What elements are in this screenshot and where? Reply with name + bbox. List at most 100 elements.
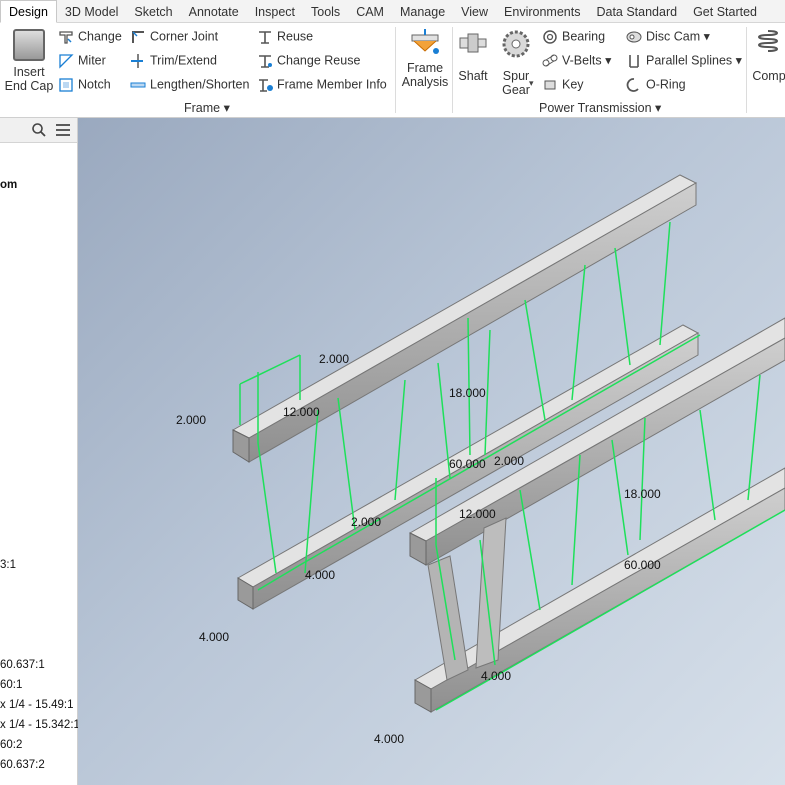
key-button[interactable]: Key <box>542 77 584 93</box>
spur-gear-dropdown-icon[interactable]: ▾ <box>529 78 534 89</box>
tab-tools[interactable]: Tools <box>303 1 348 23</box>
comp-label: Comp <box>752 69 785 83</box>
trim-extend-button[interactable]: Trim/Extend <box>130 53 217 69</box>
dimension-text: 60.000 <box>449 457 486 471</box>
panel-separator <box>395 27 396 113</box>
frame-member-info-button[interactable]: Frame Member Info <box>257 77 387 93</box>
browser-item[interactable]: x 1/4 - 15.49:1 <box>0 699 74 711</box>
dimension-text: 12.000 <box>283 405 320 419</box>
notch-label: Notch <box>78 77 111 92</box>
insert-end-cap-button[interactable]: Insert End Cap <box>4 27 54 93</box>
dimension-text: 2.000 <box>176 413 206 427</box>
shaft-button[interactable]: Shaft <box>455 27 491 83</box>
browser-item[interactable]: om <box>0 179 17 191</box>
tab-inspect[interactable]: Inspect <box>247 1 303 23</box>
notch-icon <box>59 78 73 92</box>
v-belts-button[interactable]: V-Belts ▾ <box>542 53 611 69</box>
frame-panel-label[interactable]: Frame ▾ <box>184 100 230 115</box>
dimension-text: 60.000 <box>624 558 661 572</box>
v-belts-label: V-Belts <box>562 53 602 68</box>
frame-model[interactable]: 2.000 2.000 12.000 18.000 60.000 2.000 4… <box>78 118 785 785</box>
miter-button[interactable]: Miter <box>58 53 106 69</box>
change-reuse-icon <box>259 55 272 68</box>
trim-extend-label: Trim/Extend <box>150 53 217 68</box>
tab-3d-model[interactable]: 3D Model <box>57 1 127 23</box>
browser-item[interactable]: 60:1 <box>0 679 22 691</box>
spur-gear-icon <box>502 30 530 58</box>
frame-analysis-label-1: Frame <box>406 61 444 75</box>
disc-cam-button[interactable]: Disc Cam ▾ <box>626 29 710 45</box>
change-reuse-button[interactable]: Change Reuse <box>257 53 360 69</box>
dimension-text: 2.000 <box>319 352 349 366</box>
change-button[interactable]: Change <box>58 29 122 45</box>
corner-joint-icon <box>132 31 144 43</box>
change-label: Change <box>78 29 122 44</box>
browser-item[interactable]: x 1/4 - 15.342:1 <box>0 719 80 731</box>
browser-item[interactable]: 3:1 <box>0 559 16 571</box>
tab-annotate[interactable]: Annotate <box>181 1 247 23</box>
dimension-text: 2.000 <box>494 454 524 468</box>
shaft-label: Shaft <box>458 69 488 83</box>
shaft-icon <box>459 33 487 53</box>
panel-separator <box>452 27 453 113</box>
frame-analysis-button[interactable]: Frame Analysis <box>400 27 450 89</box>
power-transmission-panel-label[interactable]: Power Transmission ▾ <box>539 100 661 115</box>
bearing-button[interactable]: Bearing <box>542 29 605 45</box>
ribbon-tabs: Design 3D Model Sketch Annotate Inspect Tools… <box>0 0 785 23</box>
bearing-icon <box>543 30 557 44</box>
reuse-label: Reuse <box>277 29 314 44</box>
menu-icon[interactable] <box>55 123 71 137</box>
browser-item[interactable]: 60.637:2 <box>0 759 45 771</box>
dimension-text: 18.000 <box>624 487 661 501</box>
key-label: Key <box>562 77 584 92</box>
tab-sketch[interactable]: Sketch <box>126 1 180 23</box>
corner-joint-button[interactable]: Corner Joint <box>130 29 218 45</box>
comp-button[interactable]: Comp <box>749 27 785 83</box>
parallel-splines-button[interactable]: Parallel Splines ▾ <box>626 53 742 69</box>
lengthen-shorten-label: Lengthen/Shorten <box>150 77 250 92</box>
o-ring-label: O-Ring <box>646 77 686 92</box>
browser-item[interactable]: 60:2 <box>0 739 22 751</box>
frame-analysis-label-2: Analysis <box>401 75 449 89</box>
dimension-text: 4.000 <box>481 669 511 683</box>
parallel-splines-icon <box>629 55 639 68</box>
lengthen-shorten-button[interactable]: Lengthen/Shorten <box>130 77 249 93</box>
lengthen-shorten-icon <box>130 82 146 88</box>
tab-cam[interactable]: CAM <box>348 1 392 23</box>
spring-icon <box>758 30 778 52</box>
corner-joint-label: Corner Joint <box>150 29 219 44</box>
miter-icon <box>59 54 74 69</box>
graphics-viewport[interactable]: 2.000 2.000 12.000 18.000 60.000 2.000 4… <box>78 118 785 785</box>
model-browser: om 3:1 60.637:1 60:1 x 1/4 - 15.49:1 x 1… <box>0 118 80 785</box>
reuse-button[interactable]: Reuse <box>257 29 313 45</box>
tab-view[interactable]: View <box>453 1 496 23</box>
reuse-icon <box>259 31 271 44</box>
v-belts-icon <box>542 54 558 67</box>
notch-button[interactable]: Notch <box>58 77 111 93</box>
bearing-label: Bearing <box>562 29 606 44</box>
tab-manage[interactable]: Manage <box>392 1 453 23</box>
o-ring-button[interactable]: O-Ring <box>626 77 686 93</box>
key-icon <box>544 80 556 90</box>
dimension-text: 18.000 <box>449 386 486 400</box>
tab-data-standard[interactable]: Data Standard <box>588 1 685 23</box>
browser-header <box>0 118 77 143</box>
tab-get-started[interactable]: Get Started <box>685 1 765 23</box>
dimension-text: 12.000 <box>459 507 496 521</box>
tab-environments[interactable]: Environments <box>496 1 588 23</box>
tab-design[interactable]: Design <box>0 0 57 23</box>
change-reuse-label: Change Reuse <box>277 53 361 68</box>
search-icon[interactable] <box>31 122 47 138</box>
dimension-text: 2.000 <box>351 515 381 529</box>
frame-member-info-label: Frame Member Info <box>277 77 387 92</box>
panel-separator <box>746 27 747 113</box>
browser-item[interactable]: 60.637:1 <box>0 659 45 671</box>
dimension-text: 4.000 <box>305 568 335 582</box>
disc-cam-label: Disc Cam <box>646 29 701 44</box>
miter-label: Miter <box>78 53 106 68</box>
trim-extend-icon <box>131 54 143 68</box>
ribbon-panel: Insert End Cap Change Miter Notch Corner… <box>0 23 785 118</box>
insert-end-cap-label-1: Insert <box>13 65 45 79</box>
parallel-splines-label: Parallel Splines <box>646 53 733 68</box>
dimension-text: 4.000 <box>199 630 229 644</box>
